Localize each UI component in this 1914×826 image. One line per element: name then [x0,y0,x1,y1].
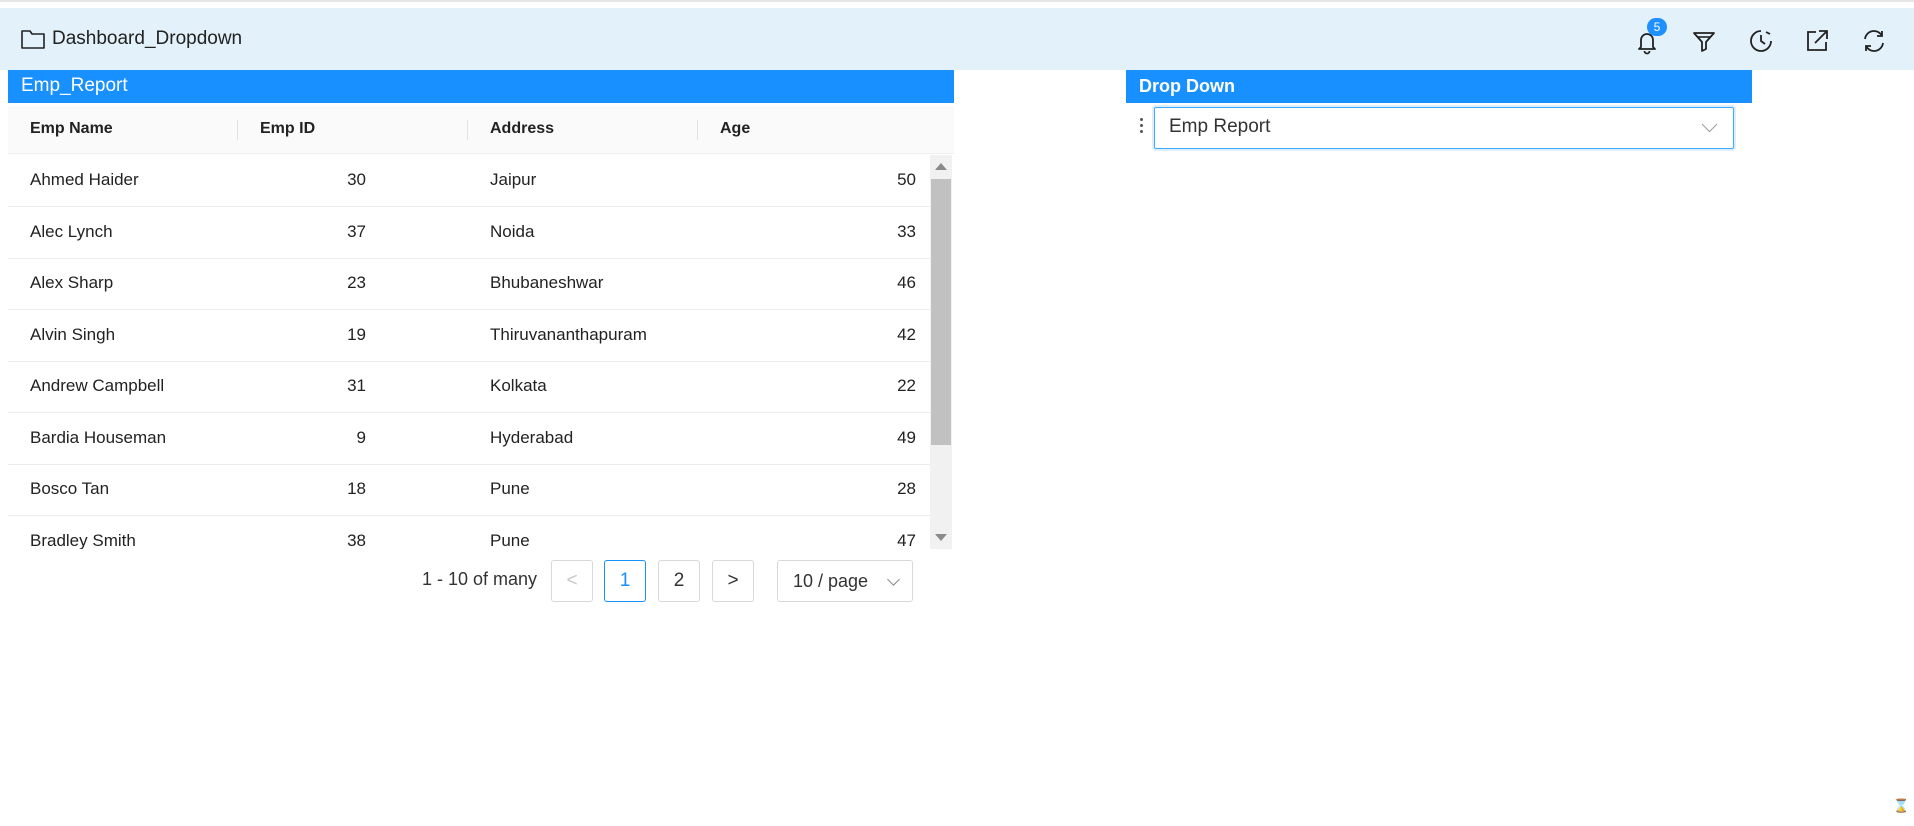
cell-address: Bhubaneshwar [490,273,604,292]
cell-age: 50 [897,170,916,189]
emp-report-title-bar: Emp_Report [8,70,954,103]
table-row[interactable]: Alec Lynch 37 Noida 33 [8,207,930,259]
cell-emp-name: Bosco Tan [30,479,110,498]
scrollbar-thumb[interactable] [931,179,951,445]
dropdown-selected-value: Emp Report [1169,116,1271,137]
scroll-up-arrow-icon[interactable] [935,163,947,170]
hourglass-icon: ⌛ [1893,798,1910,813]
column-header-age[interactable]: Age [720,120,750,138]
cell-age: 22 [897,376,916,395]
cell-age: 42 [897,325,916,344]
cell-address: Thiruvananthapuram [490,325,647,344]
table-row[interactable]: Bosco Tan 18 Pune 28 [8,464,930,516]
chevron-down-icon [1701,116,1718,133]
cell-age: 28 [897,479,916,498]
cell-address: Pune [490,531,530,549]
table-row[interactable]: Bardia Houseman 9 Hyderabad 49 [8,413,930,465]
export-icon [1807,30,1828,51]
notification-badge: 5 [1647,18,1667,36]
cell-age: 47 [897,531,916,549]
filter-icon [1693,32,1715,52]
table-header: Emp Name Emp ID Address Age [8,106,954,154]
table-scrollbar[interactable] [930,155,952,549]
page-size-select[interactable]: 10 / page [777,560,913,602]
table-row[interactable]: Andrew Campbell 31 Kolkata 22 [8,361,930,413]
cell-emp-id: 38 [347,531,366,549]
schedule-button[interactable] [1746,26,1776,56]
page-1-button[interactable]: 1 [604,560,646,602]
table-row[interactable]: Alvin Singh 19 Thiruvananthapuram 42 [8,310,930,362]
table-row[interactable]: Bradley Smith 38 Pune 47 [8,516,930,549]
filter-button[interactable] [1689,26,1719,56]
cell-emp-id: 30 [347,170,366,189]
more-options-icon[interactable] [1137,116,1145,138]
dashboard-title: Dashboard_Dropdown [52,28,243,49]
cell-emp-id: 31 [347,376,366,395]
cell-address: Hyderabad [490,428,574,447]
dropdown-widget-title-bar: Drop Down [1126,70,1752,103]
table-body: Ahmed Haider 30 Jaipur 50 Alec Lynch 37 … [8,155,930,549]
page-size-value: 10 / page [793,571,869,591]
report-dropdown-select[interactable]: Emp Report [1154,107,1734,149]
cell-age: 33 [897,222,916,241]
cell-emp-name: Alvin Singh [30,325,116,344]
refresh-icon [1864,30,1884,52]
dropdown-widget-title: Drop Down [1139,76,1235,96]
cell-emp-name: Andrew Campbell [30,376,165,395]
column-header-emp-id[interactable]: Emp ID [260,120,315,138]
cell-emp-name: Bradley Smith [30,531,136,549]
scroll-down-arrow-icon[interactable] [935,534,947,541]
cell-address: Pune [490,479,530,498]
chevron-down-icon [887,573,900,586]
cell-address: Noida [490,222,535,241]
table-row[interactable]: Alex Sharp 23 Bhubaneshwar 46 [8,258,930,310]
dashboard-header: Dashboard_Dropdown 5 [0,8,1914,70]
prev-page-button[interactable]: < [551,560,593,602]
clock-icon [1750,30,1772,52]
export-button[interactable] [1802,26,1832,56]
column-header-address[interactable]: Address [490,120,554,138]
cell-emp-id: 18 [347,479,366,498]
cell-age: 46 [897,273,916,292]
cell-emp-name: Alec Lynch [30,222,113,241]
cell-emp-id: 37 [347,222,366,241]
cell-emp-id: 19 [347,325,366,344]
cell-age: 49 [897,428,916,447]
cell-emp-name: Bardia Houseman [30,428,167,447]
refresh-button[interactable] [1859,26,1889,56]
folder-icon [21,30,45,49]
column-divider [467,120,468,140]
table-row[interactable]: Ahmed Haider 30 Jaipur 50 [8,155,930,207]
next-page-button[interactable]: > [712,560,754,602]
cell-emp-id: 9 [356,428,366,447]
column-divider [697,120,698,140]
column-header-emp-name[interactable]: Emp Name [30,120,113,138]
cell-emp-name: Alex Sharp [30,273,114,292]
top-border [0,0,1914,2]
cell-emp-id: 23 [347,273,366,292]
cell-address: Jaipur [490,170,537,189]
page-2-button[interactable]: 2 [658,560,700,602]
cell-emp-name: Ahmed Haider [30,170,139,189]
emp-report-title: Emp_Report [21,75,128,96]
pagination-summary: 1 - 10 of many [422,569,538,589]
column-divider [237,120,238,140]
cell-address: Kolkata [490,376,547,395]
